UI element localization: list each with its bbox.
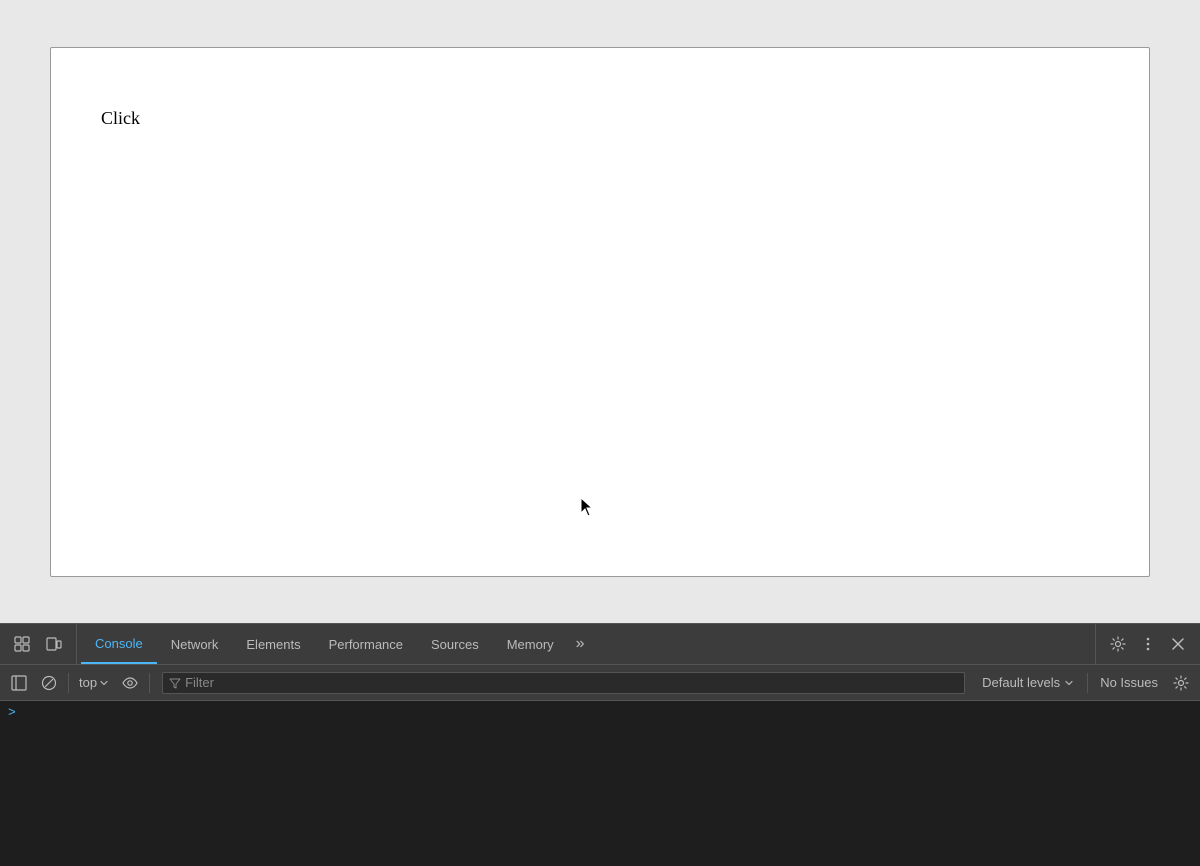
devtools-toolbar: Console Network Elements Performance Sou… xyxy=(0,624,1200,665)
filter-container xyxy=(162,672,965,694)
levels-chevron-icon xyxy=(1064,678,1074,688)
console-secondary-toolbar: top Default levels xyxy=(0,665,1200,701)
chevron-down-icon xyxy=(99,678,109,688)
clear-console-button[interactable] xyxy=(36,670,62,696)
tab-network[interactable]: Network xyxy=(157,624,233,664)
tab-sources[interactable]: Sources xyxy=(417,624,493,664)
toolbar-separator-2 xyxy=(149,673,150,693)
console-content: > xyxy=(0,701,1200,866)
devtools-left-icons xyxy=(0,624,77,664)
sidebar-icon xyxy=(11,675,27,691)
eye-button[interactable] xyxy=(117,670,143,696)
page-frame: Click xyxy=(50,47,1150,577)
inspect-element-button[interactable] xyxy=(8,630,36,658)
settings-button[interactable] xyxy=(1104,630,1132,658)
sidebar-toggle-button[interactable] xyxy=(6,670,32,696)
devtools-right-icons xyxy=(1095,624,1200,664)
page-click-text: Click xyxy=(101,108,140,129)
no-issues-button[interactable]: No Issues xyxy=(1094,673,1164,692)
more-options-icon xyxy=(1140,636,1156,652)
issues-settings-button[interactable] xyxy=(1168,670,1194,696)
device-icon xyxy=(46,636,62,652)
filter-icon xyxy=(169,677,181,689)
inspect-icon xyxy=(14,636,30,652)
issues-gear-icon xyxy=(1173,675,1189,691)
toolbar-separator-1 xyxy=(68,673,69,693)
toolbar-separator-3 xyxy=(1087,673,1088,693)
default-levels-button[interactable]: Default levels xyxy=(975,672,1081,693)
browser-viewport: Click xyxy=(0,0,1200,623)
tab-console[interactable]: Console xyxy=(81,624,157,664)
tab-performance[interactable]: Performance xyxy=(315,624,417,664)
tab-elements[interactable]: Elements xyxy=(232,624,314,664)
devtools-panel: Console Network Elements Performance Sou… xyxy=(0,623,1200,866)
top-context-selector[interactable]: top xyxy=(75,675,113,690)
device-toolbar-button[interactable] xyxy=(40,630,68,658)
prompt-chevron: > xyxy=(8,705,16,720)
more-tabs-button[interactable]: » xyxy=(568,635,593,653)
filter-input[interactable] xyxy=(185,675,958,690)
gear-icon xyxy=(1110,636,1126,652)
tab-memory[interactable]: Memory xyxy=(493,624,568,664)
console-prompt-line[interactable]: > xyxy=(8,705,1192,720)
clear-icon xyxy=(41,675,57,691)
devtools-tabs: Console Network Elements Performance Sou… xyxy=(77,624,1095,664)
close-devtools-button[interactable] xyxy=(1164,630,1192,658)
eye-icon xyxy=(122,675,138,691)
close-icon xyxy=(1170,636,1186,652)
more-options-button[interactable] xyxy=(1134,630,1162,658)
